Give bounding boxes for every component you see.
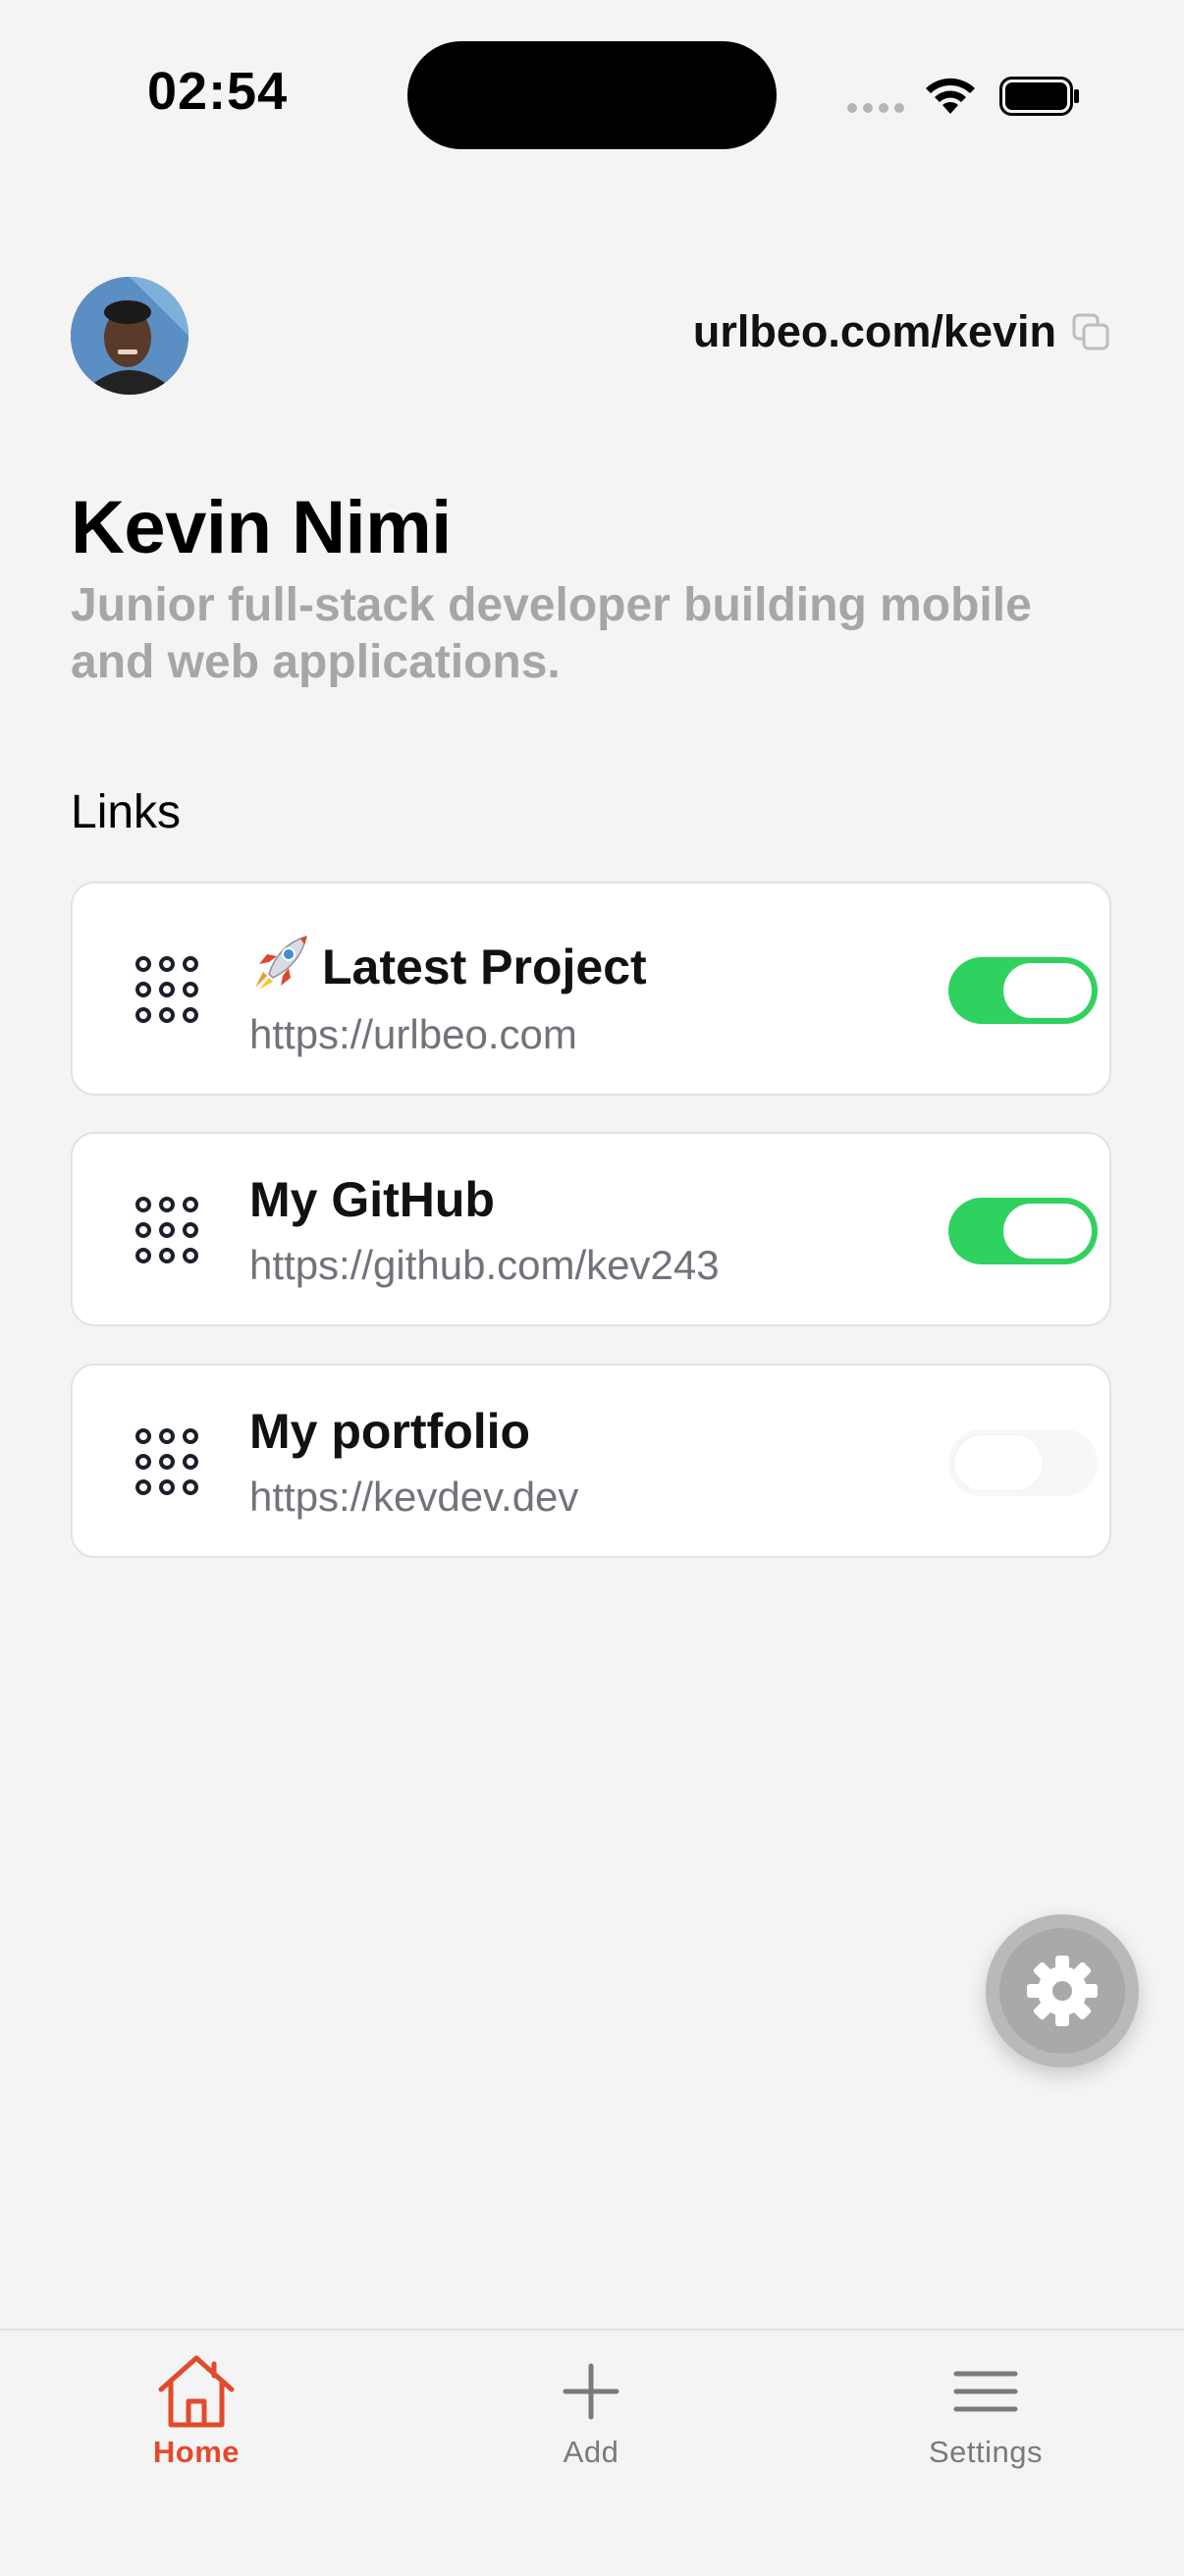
profile-bio: Junior full-stack developer building mob… <box>71 579 1032 688</box>
tab-label: Settings <box>928 2435 1043 2469</box>
tab-label: Home <box>152 2435 241 2469</box>
link-visibility-toggle[interactable] <box>948 1198 1098 1264</box>
tab-settings[interactable]: Settings <box>888 2354 1084 2470</box>
tab-add[interactable]: Add <box>493 2354 689 2470</box>
toggle-knob <box>1003 963 1092 1018</box>
toggle-knob <box>954 1435 1043 1490</box>
copy-icon[interactable] <box>1070 311 1111 352</box>
menu-icon <box>953 2371 1018 2412</box>
tab-bar: Home Add Settings <box>0 2329 1184 2576</box>
link-visibility-toggle[interactable] <box>948 1429 1098 1496</box>
tab-label: Add <box>563 2435 619 2469</box>
wifi-icon <box>926 78 975 114</box>
profile-name: Kevin Nimi <box>71 486 452 569</box>
dynamic-island <box>407 41 777 149</box>
tab-home[interactable]: Home <box>98 2354 295 2470</box>
gear-icon <box>1027 1956 1098 2026</box>
link-card[interactable]: My portfolio https://kevdev.dev <box>71 1364 1111 1558</box>
avatar[interactable] <box>71 277 188 395</box>
link-url: https://kevdev.dev <box>249 1474 579 1520</box>
status-time: 02:54 <box>147 62 289 121</box>
floating-settings-inner <box>999 1928 1125 2054</box>
status-bar: 02:54 <box>0 0 1184 187</box>
link-title: My GitHub <box>249 1172 495 1227</box>
profile-url: urlbeo.com/kevin <box>692 306 1056 356</box>
plus-icon <box>563 2363 619 2420</box>
drag-handle-icon[interactable] <box>132 1426 202 1497</box>
toggle-knob <box>1003 1204 1092 1259</box>
link-card[interactable]: My GitHub https://github.com/kev243 <box>71 1132 1111 1326</box>
avatar-photo <box>71 277 188 395</box>
profile-url-copy[interactable]: urlbeo.com/kevin <box>693 306 1111 357</box>
link-visibility-toggle[interactable] <box>948 957 1098 1024</box>
cellular-signal-icon <box>847 103 904 113</box>
drag-handle-icon[interactable] <box>132 954 202 1025</box>
drag-handle-icon[interactable] <box>132 1195 202 1265</box>
link-card[interactable]: Latest Project https://urlbeo.com <box>71 882 1111 1096</box>
link-url: https://github.com/kev243 <box>249 1242 720 1288</box>
floating-settings-button[interactable] <box>986 1914 1139 2067</box>
link-title-text: Latest Project <box>322 939 647 994</box>
battery-icon <box>999 77 1079 116</box>
home-icon <box>158 2355 235 2428</box>
links-heading: Links <box>71 786 182 838</box>
rocket-icon <box>255 935 307 990</box>
link-title: Latest Project <box>249 933 647 995</box>
link-url: https://urlbeo.com <box>249 1011 577 1057</box>
link-title: My portfolio <box>249 1404 531 1459</box>
